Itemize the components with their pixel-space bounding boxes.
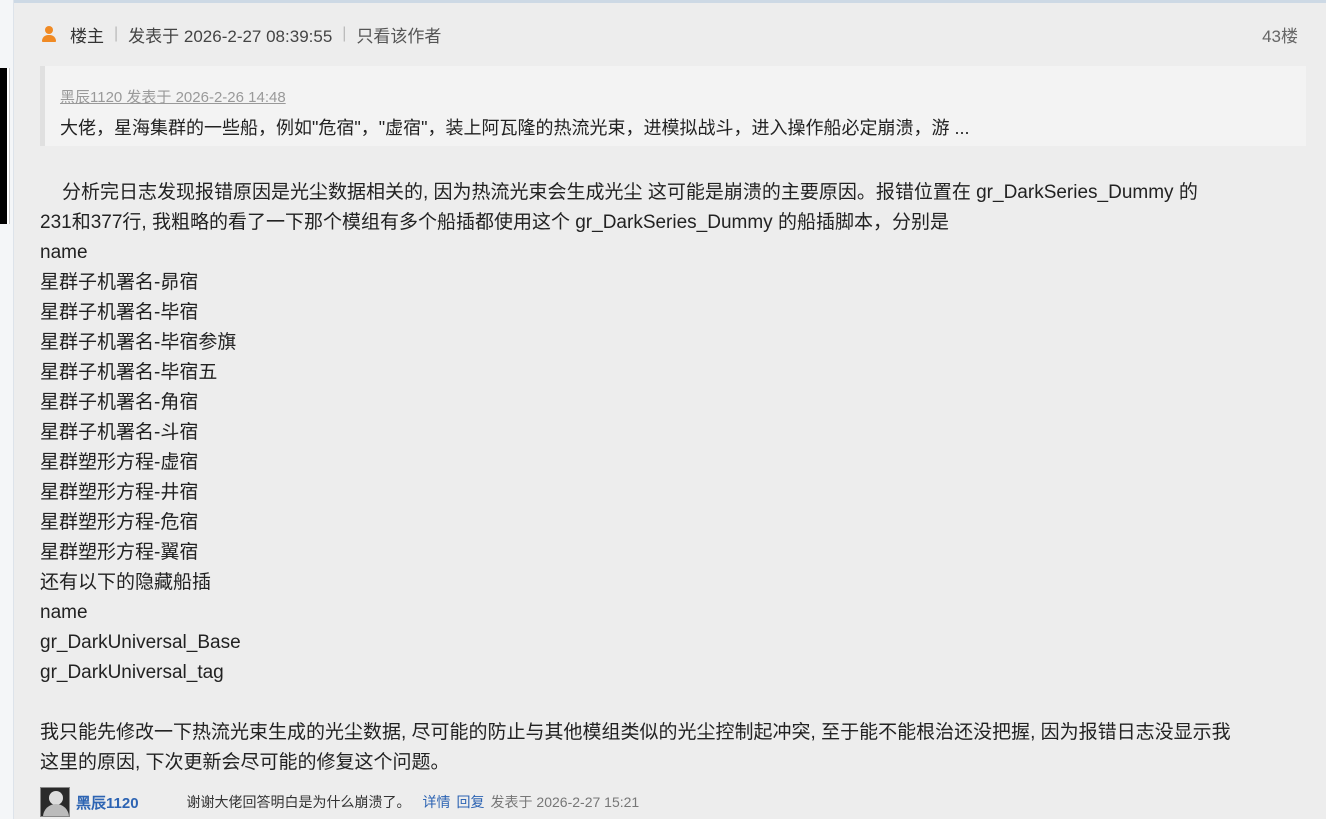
avatar[interactable] [40, 787, 70, 817]
intro-line-1: 分析完日志发现报错原因是光尘数据相关的, 因为热流光束会生成光尘 这可能是崩溃的… [62, 182, 1198, 203]
reply-row: 黑辰1120 谢谢大佬回答明白是为什么崩溃了。 详情 回复 发表于 2026-2… [40, 787, 1306, 817]
floor-number[interactable]: 43楼 [1262, 22, 1298, 47]
reply-text: 谢谢大佬回答明白是为什么崩溃了。 [186, 794, 411, 810]
list-item: 星群塑形方程-翼宿 [40, 542, 199, 563]
list-item: 星群子机署名-角宿 [40, 392, 199, 413]
post-time: 发表于 2026-2-27 08:39:55 [128, 26, 333, 46]
reply-time: 发表于 2026-2-27 15:21 [490, 794, 640, 810]
top-divider [14, 0, 1326, 8]
outro-line-2: 这里的原因, 下次更新会尽可能的修复这个问题。 [40, 752, 450, 773]
side-thumbnail [0, 68, 9, 224]
list-item: 星群子机署名-毕宿 [40, 302, 199, 323]
list-item: 星群子机署名-毕宿五 [40, 362, 218, 383]
reply-username[interactable]: 黑辰1120 [76, 792, 139, 813]
detail-link[interactable]: 详情 [423, 792, 451, 812]
quote-block: 黑辰1120 发表于 2026-2-26 14:48 大佬，星海集群的一些船，例… [40, 66, 1306, 146]
outro-line-1: 我只能先修改一下热流光束生成的光尘数据, 尽可能的防止与其他模组类似的光尘控制起… [40, 722, 1231, 743]
author-role: 楼主 [70, 26, 104, 46]
separator: | [342, 25, 347, 42]
list-item: 星群塑形方程-虚宿 [40, 452, 199, 473]
separator: | [114, 25, 119, 42]
left-edge-strip [0, 0, 14, 819]
reply-link[interactable]: 回复 [457, 792, 485, 812]
list-item: 星群子机署名-昴宿 [40, 272, 199, 293]
list-item: 星群塑形方程-危宿 [40, 512, 199, 533]
post-header: 楼主 | 发表于 2026-2-27 08:39:55 | 只看该作者 43楼 [40, 20, 1298, 48]
list-item: name [40, 602, 88, 623]
list-item: 星群子机署名-毕宿参旗 [40, 332, 237, 353]
list-item: 星群塑形方程-井宿 [40, 482, 199, 503]
list-item: name [40, 242, 88, 263]
post-content: 分析完日志发现报错原因是光尘数据相关的, 因为热流光束会生成光尘 这可能是崩溃的… [40, 178, 1302, 778]
intro-line-2: 231和377行, 我粗略的看了一下那个模组有多个船插都使用这个 gr_Dark… [40, 212, 949, 233]
quote-meta-link[interactable]: 黑辰1120 发表于 2026-2-26 14:48 [60, 86, 286, 107]
quote-text: 大佬，星海集群的一些船，例如"危宿"，"虚宿"，装上阿瓦隆的热流光束，进模拟战斗… [60, 118, 970, 138]
list-item: gr_DarkUniversal_tag [40, 662, 224, 683]
hidden-title: 还有以下的隐藏船插 [40, 572, 212, 593]
user-icon [40, 25, 58, 43]
list-item: 星群子机署名-斗宿 [40, 422, 199, 443]
only-author-link[interactable]: 只看该作者 [356, 22, 441, 47]
list-item: gr_DarkUniversal_Base [40, 632, 241, 653]
